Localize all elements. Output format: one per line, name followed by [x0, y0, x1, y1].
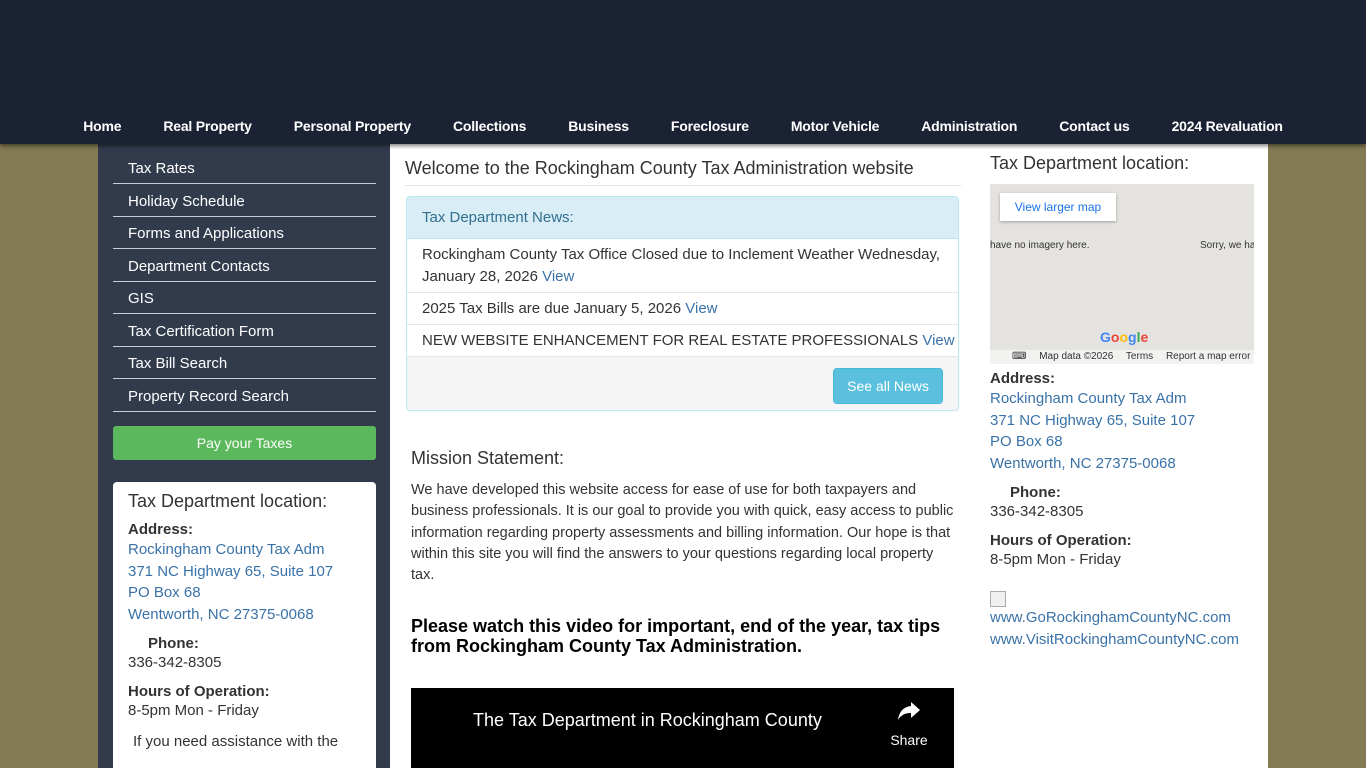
address-label: Address:: [128, 521, 194, 538]
phone-number: 336-342-8305: [990, 503, 1084, 520]
sidebar-item-holiday-schedule[interactable]: Holiday Schedule: [113, 186, 376, 217]
address-line[interactable]: 371 NC Highway 65, Suite 107: [128, 561, 376, 583]
news-panel: Tax Department News: Rockingham County T…: [406, 196, 959, 411]
sidebar-menu: Tax Rates Holiday Schedule Forms and App…: [113, 153, 376, 413]
share-icon: [887, 700, 931, 728]
page-container: Tax Rates Holiday Schedule Forms and App…: [98, 144, 1268, 768]
video-title[interactable]: The Tax Department in Rockingham County: [473, 710, 822, 731]
site-header: Home Real Property Personal Property Col…: [0, 0, 1366, 144]
hours-label: Hours of Operation:: [990, 532, 1132, 549]
map-terms-link[interactable]: Terms: [1126, 351, 1153, 362]
map-report-link[interactable]: Report a map error: [1166, 351, 1250, 362]
share-label: Share: [890, 732, 928, 748]
news-list: Rockingham County Tax Office Closed due …: [407, 239, 958, 357]
news-item-text: 2025 Tax Bills are due January 5, 2026: [422, 300, 682, 317]
broken-image-icon: [990, 591, 1006, 607]
sidebar-item-department-contacts[interactable]: Department Contacts: [113, 251, 376, 282]
phone-label: Phone:: [1010, 484, 1061, 501]
sidebar-item-tax-rates[interactable]: Tax Rates: [113, 153, 376, 184]
sidebar-item-tax-bill-search[interactable]: Tax Bill Search: [113, 348, 376, 379]
mission-title: Mission Statement:: [411, 448, 565, 468]
hours-text: 8-5pm Mon - Friday: [990, 551, 1121, 568]
map-no-imagery-text: Sorry, we ha: [1200, 240, 1254, 251]
view-larger-map-button[interactable]: View larger map: [1000, 193, 1116, 221]
map-embed[interactable]: View larger map have no imagery here. So…: [990, 184, 1254, 364]
nav-real-property[interactable]: Real Property: [142, 108, 272, 144]
address-line[interactable]: PO Box 68: [128, 582, 376, 604]
nav-contact-us[interactable]: Contact us: [1038, 108, 1150, 144]
map-no-imagery-text: have no imagery here.: [990, 240, 1090, 251]
nav-personal-property[interactable]: Personal Property: [273, 108, 432, 144]
hours-label: Hours of Operation:: [128, 683, 270, 700]
nav-collections[interactable]: Collections: [432, 108, 547, 144]
nav-foreclosure[interactable]: Foreclosure: [650, 108, 770, 144]
location-card-title: Tax Department location:: [128, 491, 328, 511]
nav-administration[interactable]: Administration: [900, 108, 1038, 144]
phone-label: Phone:: [148, 635, 199, 652]
map-data-text: Map data ©2026: [1039, 351, 1114, 362]
map-footer: ⌨ Map data ©2026 Terms Report a map erro…: [990, 350, 1254, 364]
news-heading: Tax Department News:: [407, 197, 958, 239]
pay-taxes-button[interactable]: Pay your Taxes: [113, 426, 376, 460]
address-line[interactable]: Wentworth, NC 27375-0068: [990, 453, 1239, 475]
news-view-link[interactable]: View: [922, 332, 954, 349]
video-note: Please watch this video for important, e…: [411, 616, 941, 656]
address-label: Address:: [990, 370, 1056, 387]
location-title: Tax Department location:: [990, 153, 1190, 173]
news-item-text: NEW WEBSITE ENHANCEMENT FOR REAL ESTATE …: [422, 332, 919, 349]
see-all-news-button[interactable]: See all News: [833, 368, 943, 404]
sidebar-item-gis[interactable]: GIS: [113, 283, 376, 314]
news-item: 2025 Tax Bills are due January 5, 2026 V…: [407, 293, 958, 325]
nav-motor-vehicle[interactable]: Motor Vehicle: [770, 108, 900, 144]
left-sidebar: Tax Rates Holiday Schedule Forms and App…: [98, 144, 390, 768]
address-line[interactable]: 371 NC Highway 65, Suite 107: [990, 410, 1239, 432]
right-column: Tax Department location: View larger map…: [990, 144, 1254, 648]
right-address-block: Address: Rockingham County Tax Adm 371 N…: [990, 370, 1239, 650]
page-title: Welcome to the Rockingham County Tax Adm…: [405, 158, 961, 186]
visit-rockingham-link[interactable]: www.VisitRockinghamCountyNC.com: [990, 629, 1239, 651]
nav-home[interactable]: Home: [62, 108, 142, 144]
address-line[interactable]: Rockingham County Tax Adm: [990, 388, 1239, 410]
address-line[interactable]: Rockingham County Tax Adm: [128, 539, 376, 561]
news-view-link[interactable]: View: [685, 300, 717, 317]
nav-2024-revaluation[interactable]: 2024 Revaluation: [1151, 108, 1304, 144]
mission-text: We have developed this website access fo…: [411, 482, 954, 584]
hours-text: 8-5pm Mon - Friday: [128, 702, 259, 719]
news-view-link[interactable]: View: [542, 268, 574, 285]
address-line[interactable]: PO Box 68: [990, 431, 1239, 453]
video-player[interactable]: The Tax Department in Rockingham County …: [411, 688, 954, 768]
go-rockingham-link[interactable]: www.GoRockinghamCountyNC.com: [990, 607, 1239, 629]
phone-number: 336-342-8305: [128, 654, 222, 671]
news-item-text: Rockingham County Tax Office Closed due …: [422, 246, 941, 285]
main-content: Welcome to the Rockingham County Tax Adm…: [405, 144, 961, 768]
main-nav: Home Real Property Personal Property Col…: [0, 108, 1366, 144]
news-item: NEW WEBSITE ENHANCEMENT FOR REAL ESTATE …: [407, 325, 958, 357]
address-line[interactable]: Wentworth, NC 27375-0068: [128, 604, 376, 626]
location-card: Tax Department location: Address: Rockin…: [113, 482, 376, 768]
sidebar-item-tax-certification[interactable]: Tax Certification Form: [113, 316, 376, 347]
sidebar-item-forms[interactable]: Forms and Applications: [113, 218, 376, 249]
keyboard-icon[interactable]: ⌨: [1012, 351, 1026, 362]
news-item: Rockingham County Tax Office Closed due …: [407, 239, 958, 293]
sidebar-item-property-record-search[interactable]: Property Record Search: [113, 381, 376, 412]
google-logo: Google: [1100, 329, 1149, 345]
nav-business[interactable]: Business: [547, 108, 650, 144]
assistance-text: If you need assistance with the: [133, 733, 339, 750]
share-button[interactable]: Share: [887, 700, 931, 748]
